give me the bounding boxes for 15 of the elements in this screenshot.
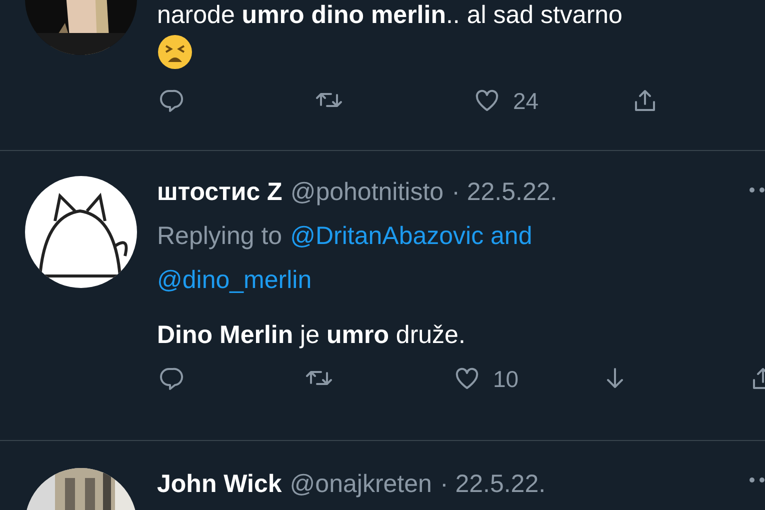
like-count: 24	[513, 87, 539, 116]
mention-link[interactable]: @DritanAbazovic and	[290, 214, 532, 258]
reply-context: Replying to	[157, 221, 282, 252]
author-handle[interactable]: @pohotnitisto	[290, 170, 444, 214]
tweet-text: narode umro dino merlin.. al sad stvarno	[157, 0, 624, 30]
author-name: John Wick	[157, 469, 282, 500]
tweet-text: Dino Merlin je umro druže.	[157, 320, 466, 350]
more-icon[interactable]	[749, 187, 765, 193]
author-handle[interactable]: @onajkreten	[290, 462, 432, 506]
author-name: штостис Z	[157, 177, 282, 208]
mention-link[interactable]: @dino_merlin	[157, 258, 312, 302]
like-count: 10	[493, 365, 519, 394]
tweet-date[interactable]: · 22.5.22.	[452, 170, 558, 214]
more-icon[interactable]	[749, 477, 765, 483]
tweet-date[interactable]: · 22.5.22.	[440, 462, 546, 506]
